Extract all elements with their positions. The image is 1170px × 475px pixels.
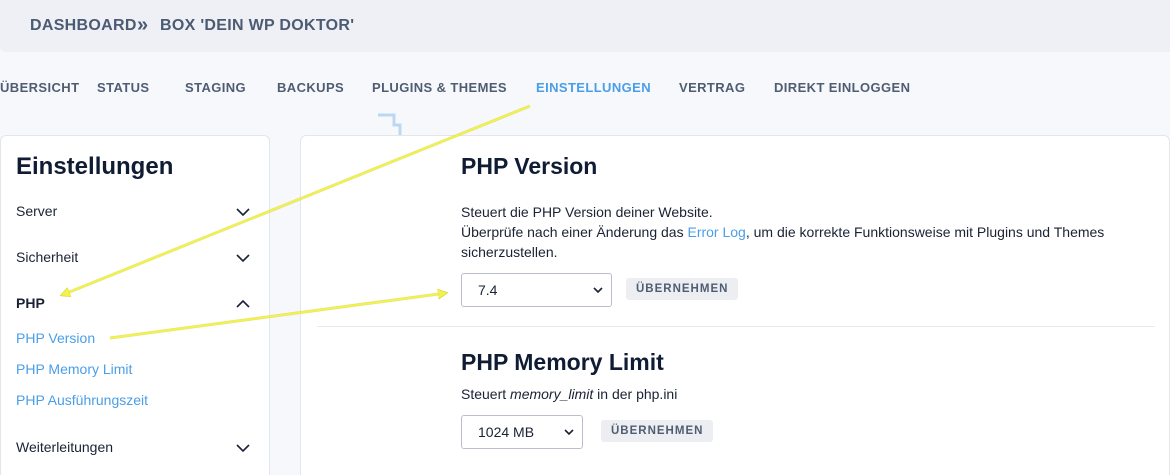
php-memory-selected-value: 1024 MB bbox=[478, 424, 535, 440]
tab-einstellungen[interactable]: EINSTELLUNGEN bbox=[536, 80, 651, 95]
tab-status[interactable]: STATUS bbox=[97, 80, 149, 95]
php-memory-limit-description: Steuert memory_limit in der php.ini bbox=[461, 384, 677, 404]
chevron-down-icon bbox=[236, 208, 250, 217]
tab-staging[interactable]: STAGING bbox=[185, 80, 246, 95]
sidebar-item-label: Sicherheit bbox=[16, 249, 79, 265]
active-tab-indicator bbox=[378, 113, 402, 135]
settings-main-panel: PHP Version Steuert die PHP Version dein… bbox=[300, 135, 1170, 475]
breadcrumb-current: BOX 'DEIN WP DOKTOR' bbox=[160, 17, 355, 34]
sidebar-item-label: Server bbox=[16, 203, 58, 219]
php-memory-desc-text: Steuert bbox=[461, 386, 511, 402]
chevron-up-icon bbox=[236, 299, 250, 308]
php-version-selected-value: 7.4 bbox=[478, 282, 498, 298]
sidebar-item-label: Weiterleitungen bbox=[16, 439, 114, 455]
sidebar-subitem-php-version[interactable]: PHP Version bbox=[16, 330, 95, 346]
settings-sidebar: Einstellungen Server Sicherheit PHP PHP … bbox=[0, 135, 270, 475]
php-memory-apply-button[interactable]: ÜBERNEHMEN bbox=[601, 420, 714, 442]
tab-direkt-einloggen[interactable]: DIREKT EINLOGGEN bbox=[774, 80, 910, 95]
tab-backups[interactable]: BACKUPS bbox=[277, 80, 344, 95]
chevron-down-icon bbox=[236, 254, 250, 263]
php-version-apply-button[interactable]: ÜBERNEHMEN bbox=[626, 278, 739, 300]
php-version-desc-text: , um die korrekte Funktionsweise mit Plu… bbox=[745, 224, 1105, 240]
sidebar-item-php[interactable]: PHP bbox=[16, 292, 252, 316]
php-memory-limit-title: PHP Memory Limit bbox=[461, 349, 664, 375]
php-memory-desc-code: memory_limit bbox=[510, 386, 594, 402]
breadcrumb: DASHBOARD » BOX 'DEIN WP DOKTOR' bbox=[0, 0, 1170, 52]
php-version-desc-line1: Steuert die PHP Version deiner Website. bbox=[461, 204, 713, 220]
error-log-link[interactable]: Error Log bbox=[687, 224, 745, 240]
sidebar-subitem-php-memory-limit[interactable]: PHP Memory Limit bbox=[16, 361, 132, 377]
chevron-down-icon bbox=[564, 429, 574, 436]
php-version-select[interactable]: 7.4 bbox=[461, 273, 612, 307]
chevron-down-icon bbox=[593, 287, 603, 294]
sidebar-item-weiterleitungen[interactable]: Weiterleitungen bbox=[16, 436, 252, 460]
sidebar-title: Einstellungen bbox=[16, 153, 174, 180]
php-version-title: PHP Version bbox=[461, 153, 598, 179]
php-version-description: Steuert die PHP Version deiner Website. … bbox=[461, 202, 1104, 262]
sidebar-subitem-php-ausfuehrungszeit[interactable]: PHP Ausführungszeit bbox=[16, 392, 148, 408]
breadcrumb-separator: » bbox=[137, 14, 149, 36]
php-version-desc-text: Überprüfe nach einer Änderung das bbox=[461, 224, 688, 240]
php-version-desc-line2: Überprüfe nach einer Änderung das Error … bbox=[461, 222, 1104, 242]
tab-plugins-themes[interactable]: PLUGINS & THEMES bbox=[372, 80, 507, 95]
breadcrumb-dashboard-link[interactable]: DASHBOARD bbox=[30, 17, 137, 35]
php-memory-desc-text: in der php.ini bbox=[593, 386, 678, 402]
php-version-desc-line3: sicherzustellen. bbox=[461, 244, 558, 260]
sidebar-item-sicherheit[interactable]: Sicherheit bbox=[16, 246, 252, 270]
tab-vertrag[interactable]: VERTRAG bbox=[679, 80, 745, 95]
tab-uebersicht[interactable]: ÜBERSICHT bbox=[0, 80, 79, 95]
section-divider bbox=[317, 326, 1155, 327]
php-memory-limit-select[interactable]: 1024 MB bbox=[461, 415, 583, 449]
sidebar-item-label: PHP bbox=[16, 295, 45, 311]
sidebar-item-server[interactable]: Server bbox=[16, 200, 252, 224]
chevron-down-icon bbox=[236, 444, 250, 453]
